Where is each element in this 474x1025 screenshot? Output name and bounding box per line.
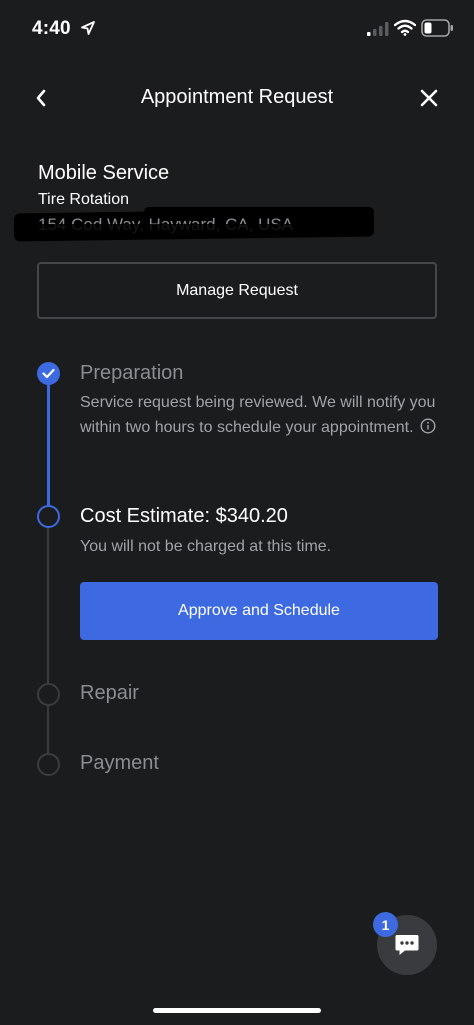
- step-upcoming-node-payment: [37, 753, 60, 776]
- battery-icon: [421, 19, 453, 37]
- page-title: Appointment Request: [140, 86, 334, 108]
- step-title-cost-estimate: Cost Estimate: $340.20: [80, 505, 288, 527]
- chat-bubble-icon: [395, 935, 419, 955]
- timeline-line-completed: [47, 384, 50, 516]
- step-title-preparation: Preparation: [80, 362, 184, 384]
- close-button[interactable]: [414, 84, 444, 112]
- step-title-payment: Payment: [80, 752, 159, 774]
- approve-and-schedule-button[interactable]: Approve and Schedule: [80, 582, 438, 640]
- step-desc-preparation-text: Service request being reviewed. We will …: [80, 394, 436, 436]
- service-address: 154 Cod Way, Hayward, CA, USA: [13, 207, 375, 242]
- step-upcoming-node-repair: [37, 683, 60, 706]
- step-completed-check-icon: [37, 362, 60, 385]
- cellular-signal-icon: [367, 22, 389, 36]
- manage-request-label: Manage Request: [176, 281, 298, 299]
- manage-request-button[interactable]: Manage Request: [37, 262, 437, 319]
- home-indicator: [153, 1008, 321, 1013]
- info-icon[interactable]: [420, 417, 436, 434]
- wifi-icon: [394, 19, 416, 36]
- status-bar: 4:40: [0, 0, 474, 60]
- approve-and-schedule-label: Approve and Schedule: [178, 602, 340, 619]
- step-current-node: [37, 505, 60, 528]
- service-type: Mobile Service: [38, 162, 170, 184]
- timeline-line-upcoming: [47, 528, 49, 766]
- status-time: 4:40: [32, 18, 71, 39]
- chat-notification-badge: 1: [373, 912, 398, 937]
- step-title-repair: Repair: [80, 682, 139, 704]
- close-icon: [420, 89, 438, 107]
- step-desc-cost-estimate: You will not be charged at this time.: [80, 538, 332, 555]
- location-arrow-icon: [81, 21, 95, 35]
- step-desc-preparation: Service request being reviewed. We will …: [80, 391, 450, 440]
